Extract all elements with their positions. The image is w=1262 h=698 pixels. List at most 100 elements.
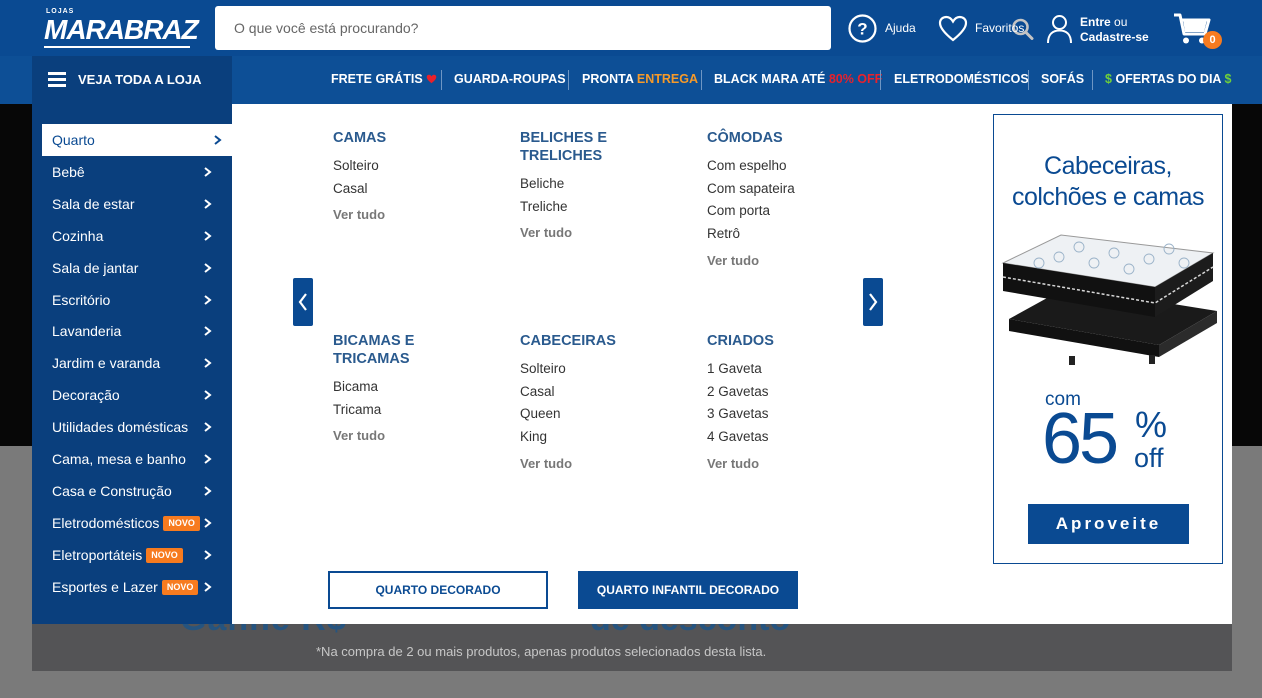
chevron-right-icon — [204, 199, 212, 209]
sidebar-item-bebe[interactable]: Bebê — [32, 156, 232, 188]
menu-link[interactable]: Tricama — [333, 399, 503, 422]
see-all-link[interactable]: Ver tudo — [333, 207, 503, 222]
sidebar-item-label: Eletroportáteis — [52, 547, 143, 563]
menu-link[interactable]: Queen — [520, 403, 690, 426]
favorites-label[interactable]: Favoritos — [975, 21, 1024, 35]
menu-group-title[interactable]: BICAMAS E TRICAMAS — [333, 332, 423, 368]
see-all-link[interactable]: Ver tudo — [707, 253, 877, 268]
chevron-right-icon — [204, 390, 212, 400]
menu-link[interactable]: Com sapateira — [707, 178, 877, 201]
menu-link[interactable]: King — [520, 426, 690, 449]
chevron-right-icon — [214, 135, 222, 145]
menu-link[interactable]: Com espelho — [707, 155, 877, 178]
sidebar-item-sala-de-estar[interactable]: Sala de estar — [32, 188, 232, 220]
nav-frete-gratis[interactable]: FRETE GRÁTIS — [331, 72, 437, 86]
menu-link[interactable]: Solteiro — [333, 155, 503, 178]
menu-link[interactable]: 2 Gavetas — [707, 381, 877, 404]
menu-group-title[interactable]: BELICHES E TRELICHES — [520, 129, 620, 165]
sidebar-item-label: Eletrodomésticos — [52, 515, 160, 531]
sidebar-item-label: Esportes e Lazer — [52, 579, 158, 595]
nav-sofas[interactable]: SOFÁS — [1041, 72, 1084, 86]
menu-group-title[interactable]: CRIADOS — [707, 332, 877, 350]
chevron-right-icon — [204, 550, 212, 560]
nav-entrega-text: ENTREGA — [636, 72, 698, 86]
quarto-infantil-decorado-button[interactable]: QUARTO INFANTIL DECORADO — [578, 571, 798, 609]
sidebar-item-label: Casa e Construção — [52, 483, 172, 499]
chevron-right-icon — [204, 167, 212, 177]
sidebar-item-sala-de-jantar[interactable]: Sala de jantar — [32, 252, 232, 284]
sidebar-item-quarto[interactable]: Quarto — [42, 124, 232, 156]
menu-link[interactable]: Retrô — [707, 223, 877, 246]
promo-title-line1: Cabeceiras, — [1044, 152, 1172, 180]
new-badge: NOVO — [161, 579, 199, 595]
search-input[interactable] — [215, 6, 785, 50]
menu-group-bicamas: BICAMAS E TRICAMAS Bicama Tricama Ver tu… — [333, 332, 503, 443]
sidebar-item-label: Lavanderia — [52, 323, 122, 339]
see-all-link[interactable]: Ver tudo — [333, 428, 503, 443]
nav-pronta-text: PRONTA — [582, 72, 634, 86]
nav-ofertas-do-dia[interactable]: $ OFERTAS DO DIA $ — [1105, 72, 1231, 86]
sidebar-item-eletroportateis[interactable]: Eletroportáteis NOVO — [32, 539, 232, 571]
aproveite-button[interactable]: Aproveite — [1028, 504, 1189, 544]
sidebar-item-esportes-e-lazer[interactable]: Esportes e Lazer NOVO — [32, 571, 232, 603]
sidebar-item-lavanderia[interactable]: Lavanderia — [32, 315, 232, 347]
nav-black-mara[interactable]: BLACK MARA ATÉ 80% OFF — [714, 72, 882, 86]
carousel-prev-button[interactable] — [293, 278, 313, 326]
marabraz-logo[interactable]: LOJAS MARABRAZ — [44, 8, 199, 48]
menu-group-title[interactable]: CABECEIRAS — [520, 332, 690, 350]
menu-link[interactable]: Com porta — [707, 200, 877, 223]
see-all-link[interactable]: Ver tudo — [520, 456, 690, 471]
signup-text: Cadastre-se — [1080, 30, 1149, 44]
sidebar-item-cama-mesa-e-banho[interactable]: Cama, mesa e banho — [32, 443, 232, 475]
see-all-link[interactable]: Ver tudo — [707, 456, 877, 471]
login-label[interactable]: Entre ou Cadastre-se — [1080, 15, 1149, 45]
nav-divider — [441, 70, 442, 90]
quarto-decorado-button[interactable]: QUARTO DECORADO — [328, 571, 548, 609]
help-label[interactable]: Ajuda — [885, 21, 916, 35]
menu-link[interactable]: Beliche — [520, 173, 690, 196]
search-bar — [215, 6, 1034, 50]
menu-link[interactable]: Casal — [333, 178, 503, 201]
menu-group-criados: CRIADOS 1 Gaveta 2 Gavetas 3 Gavetas 4 G… — [707, 332, 877, 471]
menu-link[interactable]: 4 Gavetas — [707, 426, 877, 449]
menu-group-title[interactable]: CAMAS — [333, 129, 503, 147]
menu-link[interactable]: Treliche — [520, 196, 690, 219]
promo-discount-number: 65 — [1042, 399, 1119, 479]
sidebar-item-decoracao[interactable]: Decoração — [32, 379, 232, 411]
login-or-text: ou — [1114, 15, 1128, 29]
menu-link[interactable]: Casal — [520, 381, 690, 404]
nav-pronta-entrega[interactable]: PRONTA ENTREGA — [582, 72, 698, 86]
menu-link[interactable]: 1 Gaveta — [707, 358, 877, 381]
promo-title: Cabeceiras, colchões e camas — [994, 151, 1222, 213]
carousel-next-button[interactable] — [863, 278, 883, 326]
nav-guarda-roupas[interactable]: GUARDA-ROUPAS — [454, 72, 566, 86]
see-all-link[interactable]: Ver tudo — [520, 225, 690, 240]
menu-link[interactable]: Solteiro — [520, 358, 690, 381]
menu-link[interactable]: 3 Gavetas — [707, 403, 877, 426]
sidebar-item-utilidades-domesticas[interactable]: Utilidades domésticas — [32, 411, 232, 443]
sidebar-item-label: Sala de estar — [52, 196, 135, 212]
sidebar-item-label: Quarto — [52, 132, 95, 148]
sidebar-item-jardim-e-varanda[interactable]: Jardim e varanda — [32, 347, 232, 379]
nav-eletrodomesticos[interactable]: ELETRODOMÉSTICOS — [894, 72, 1029, 86]
help-icon[interactable]: ? — [848, 14, 877, 43]
sidebar-item-eletrodomesticos[interactable]: Eletrodomésticos NOVO — [32, 507, 232, 539]
user-icon[interactable] — [1046, 14, 1073, 44]
nav-black-text: BLACK MARA ATÉ — [714, 72, 826, 86]
sidebar-item-label: Bebê — [52, 164, 85, 180]
cart-count-badge: 0 — [1203, 31, 1222, 49]
sidebar-item-escritorio[interactable]: Escritório — [32, 284, 232, 316]
heart-icon[interactable] — [938, 15, 968, 42]
menu-link[interactable]: Bicama — [333, 376, 503, 399]
all-store-label[interactable]: VEJA TODA A LOJA — [78, 72, 202, 87]
logo-text: MARABRAZ — [44, 14, 199, 45]
sidebar-item-casa-e-construcao[interactable]: Casa e Construção — [32, 475, 232, 507]
sidebar-item-label: Escritório — [52, 292, 111, 308]
hamburger-icon[interactable] — [48, 72, 66, 87]
menu-group-title[interactable]: CÔMODAS — [707, 129, 877, 147]
menu-group-cabeceiras: CABECEIRAS Solteiro Casal Queen King Ver… — [520, 332, 690, 471]
chevron-right-icon — [204, 422, 212, 432]
sidebar-item-cozinha[interactable]: Cozinha — [32, 220, 232, 252]
promo-card[interactable]: Cabeceiras, colchões e camas com 65 % off… — [993, 114, 1223, 564]
sidebar-item-label: Decoração — [52, 387, 120, 403]
